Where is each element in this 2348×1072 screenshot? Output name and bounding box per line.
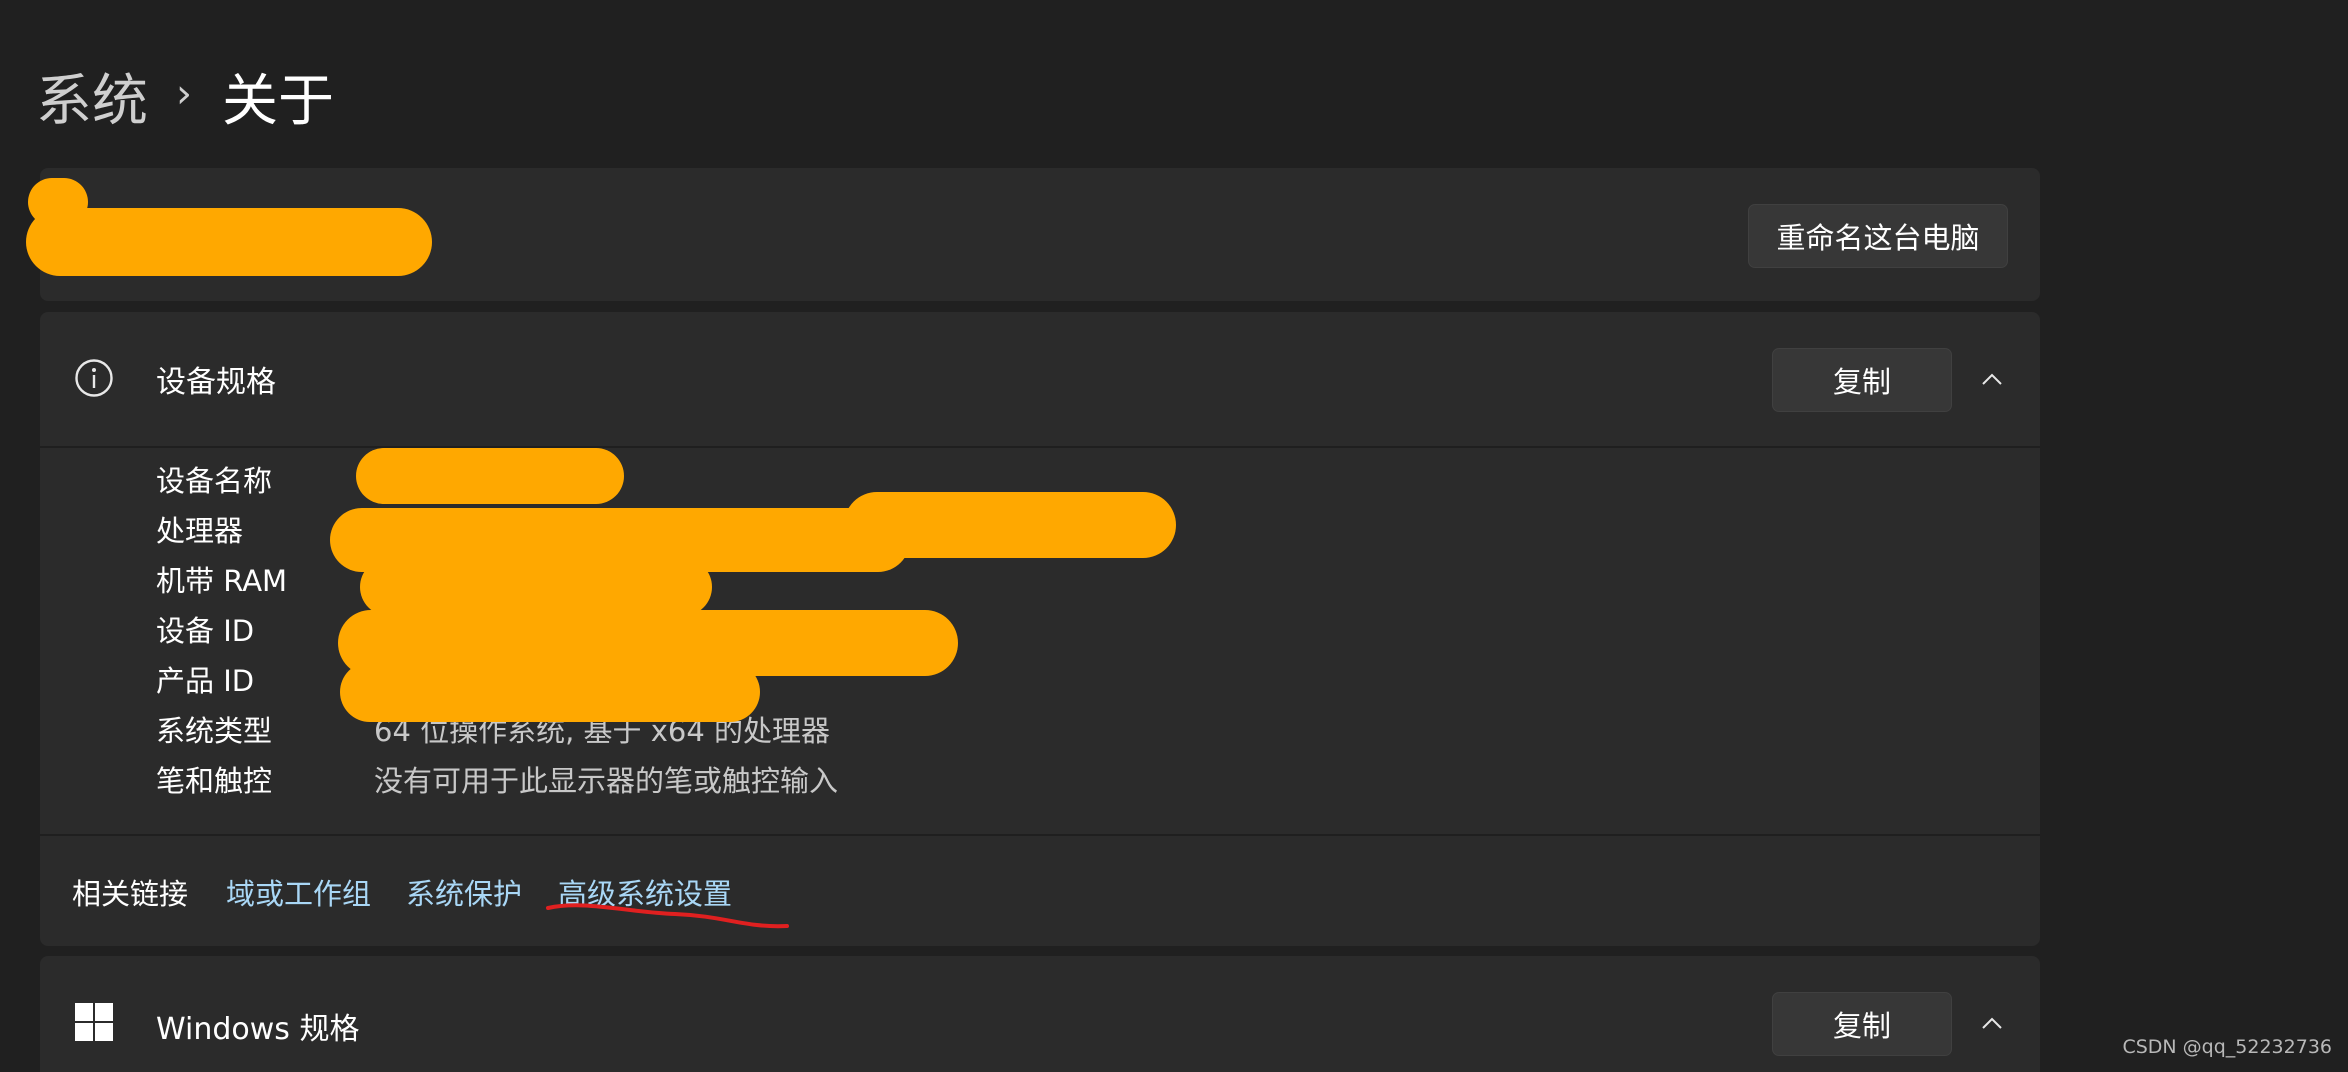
redacted-value (844, 492, 1176, 558)
redacted-value (356, 448, 624, 504)
spec-row: 设备名称 (156, 454, 374, 504)
redacted-device-name (26, 208, 432, 276)
page-title: 关于 (222, 68, 334, 134)
redacted-value (360, 558, 712, 616)
csdn-watermark: CSDN @qq_52232736 (2122, 1036, 2332, 1058)
spec-label: 设备名称 (156, 464, 273, 498)
device-specs-header[interactable]: 设备规格 复制 (40, 312, 2040, 448)
rename-pc-button[interactable]: 重命名这台电脑 (1748, 204, 2008, 268)
related-links-bar: 相关链接 域或工作组 系统保护 高级系统设置 (40, 834, 2040, 948)
spec-row: 笔和触控 没有可用于此显示器的笔或触控输入 (156, 754, 838, 804)
spec-value: 没有可用于此显示器的笔或触控输入 (374, 764, 839, 798)
device-specs-body: 设备名称 处理器 机带 RAM 设备 ID 产品 ID 系统类型 64 位操作系… (40, 448, 2040, 832)
settings-about-page: 系统 › 关于 重命名这台电脑 设备规格 复制 设备名称 处理器 机带 RAM … (0, 0, 2348, 1072)
windows-specs-title: Windows 规格 (156, 1012, 360, 1047)
link-domain-workgroup[interactable]: 域或工作组 (226, 836, 371, 948)
chevron-up-icon[interactable] (1980, 368, 2004, 392)
breadcrumb: 系统 › 关于 (36, 56, 334, 136)
link-system-protection[interactable]: 系统保护 (406, 836, 522, 948)
copy-device-specs-button[interactable]: 复制 (1772, 348, 1952, 412)
chevron-up-icon[interactable] (1980, 1012, 2004, 1036)
spec-label: 系统类型 (156, 714, 273, 748)
spec-label: 笔和触控 (156, 764, 273, 798)
redacted-value (340, 662, 760, 722)
windows-logo-icon (75, 1003, 113, 1041)
breadcrumb-system[interactable]: 系统 (36, 56, 148, 137)
copy-windows-specs-button[interactable]: 复制 (1772, 992, 1952, 1056)
device-specs-card: 设备规格 复制 设备名称 处理器 机带 RAM 设备 ID 产品 ID 系统类型… (40, 312, 2040, 946)
windows-specs-card[interactable]: Windows 规格 复制 (40, 956, 2040, 1072)
red-underline-annotation (546, 903, 789, 929)
breadcrumb-separator: › (176, 71, 192, 117)
related-links-title: 相关链接 (72, 877, 189, 911)
device-name-card: 重命名这台电脑 (26, 168, 2040, 301)
device-specs-title: 设备规格 (156, 365, 276, 400)
info-icon (75, 359, 113, 397)
